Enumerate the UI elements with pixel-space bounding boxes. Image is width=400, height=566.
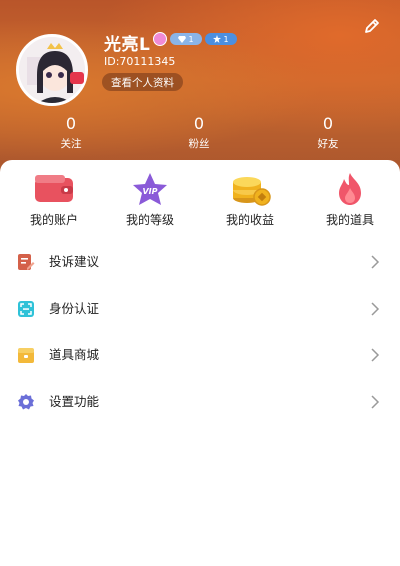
diamond-level-badge: 1 — [170, 33, 202, 45]
chevron-right-icon — [371, 348, 380, 362]
content-card: 我的账户 VIP 我的等级 我的收益 我的道具 投诉建议 身份认证 道具商城 设… — [0, 160, 400, 566]
feedback-icon — [18, 254, 35, 270]
menu-item-identity-label: 身份认证 — [49, 301, 100, 316]
stat-fans-count: 0 — [193, 114, 205, 133]
star-level-value: 1 — [223, 34, 229, 44]
id-scan-icon — [18, 301, 34, 317]
live-badge-icon — [70, 72, 84, 84]
wallet-icon — [35, 175, 73, 202]
svg-text:VIP: VIP — [142, 187, 157, 196]
chevron-right-icon — [371, 302, 380, 316]
diamond-level-value: 1 — [188, 34, 194, 44]
stat-fans-label: 粉丝 — [188, 138, 210, 150]
profile-header: 光亮L 1 1 ID:70111345 查看个人资料 0 关注 0 粉丝 0 好… — [0, 0, 400, 178]
vip-star-icon: VIP — [133, 173, 167, 205]
avatar[interactable] — [16, 34, 88, 106]
shortcut-my-props[interactable]: 我的道具 — [308, 172, 392, 228]
shortcut-my-level[interactable]: VIP 我的等级 — [108, 172, 192, 228]
menu-item-feedback-label: 投诉建议 — [49, 254, 100, 269]
edit-pencil-icon[interactable] — [362, 17, 382, 37]
menu-item-feedback[interactable]: 投诉建议 — [0, 239, 400, 285]
star-icon — [213, 35, 222, 43]
flame-icon — [339, 173, 361, 205]
stat-friends-count: 0 — [322, 114, 334, 133]
shortcut-my-account[interactable]: 我的账户 — [12, 172, 96, 228]
shortcut-my-props-label: 我的道具 — [325, 213, 374, 227]
chevron-right-icon — [371, 255, 380, 269]
settings-gear-icon — [18, 394, 34, 410]
diamond-icon — [178, 35, 187, 43]
stat-fans[interactable]: 0 粉丝 — [169, 114, 229, 152]
stat-friends-label: 好友 — [317, 138, 339, 150]
username: 光亮L — [104, 35, 151, 55]
shortcut-my-level-label: 我的等级 — [125, 213, 174, 227]
stat-following[interactable]: 0 关注 — [41, 114, 101, 152]
view-profile-button[interactable]: 查看个人资料 — [102, 73, 183, 91]
menu-item-settings[interactable]: 设置功能 — [0, 379, 400, 425]
coins-icon — [233, 177, 271, 206]
shortcut-my-account-label: 我的账户 — [29, 213, 78, 227]
stat-friends[interactable]: 0 好友 — [298, 114, 358, 152]
user-id: ID:70111345 — [104, 55, 176, 68]
stat-following-count: 0 — [65, 114, 77, 133]
menu-item-identity[interactable]: 身份认证 — [0, 286, 400, 332]
star-level-badge: 1 — [205, 33, 237, 45]
gender-icon — [153, 32, 167, 46]
shortcut-my-earnings-label: 我的收益 — [225, 213, 274, 227]
chevron-right-icon — [371, 395, 380, 409]
menu-item-settings-label: 设置功能 — [49, 394, 100, 409]
shortcut-my-earnings[interactable]: 我的收益 — [208, 172, 292, 228]
shop-icon — [18, 348, 34, 363]
menu-item-shop[interactable]: 道具商城 — [0, 332, 400, 378]
stat-following-label: 关注 — [60, 138, 82, 150]
menu-item-shop-label: 道具商城 — [49, 347, 100, 362]
